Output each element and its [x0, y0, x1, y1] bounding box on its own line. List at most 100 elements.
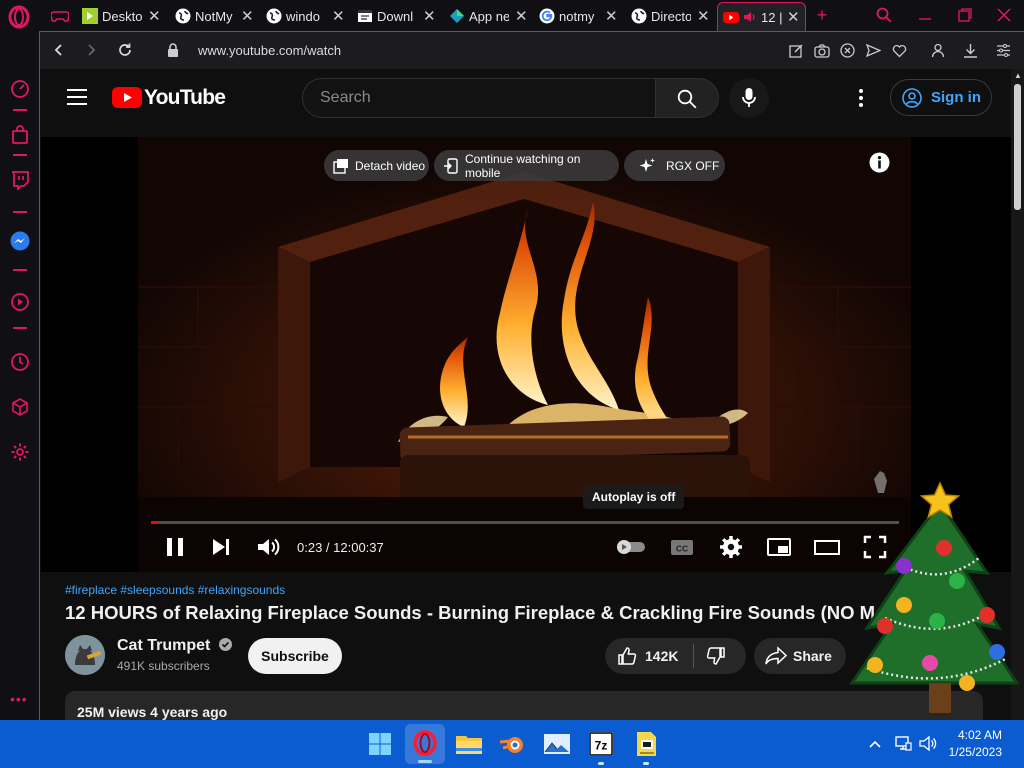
- show-hidden-icons-icon[interactable]: [868, 737, 882, 751]
- send-icon[interactable]: [866, 43, 881, 58]
- hamburger-menu-icon[interactable]: [67, 89, 87, 105]
- voice-search-button[interactable]: [729, 78, 769, 118]
- shopping-bag-icon[interactable]: [10, 125, 30, 145]
- pause-icon[interactable]: [161, 533, 189, 561]
- tab-directory[interactable]: Directo ✕: [631, 3, 715, 29]
- close-window-icon[interactable]: [996, 7, 1012, 23]
- player-icon[interactable]: [10, 292, 30, 312]
- reload-icon[interactable]: [117, 42, 133, 58]
- search-button[interactable]: [655, 78, 719, 118]
- share-button[interactable]: Share: [754, 638, 846, 674]
- opera-menu-icon[interactable]: [6, 4, 32, 30]
- theater-mode-icon[interactable]: [813, 533, 841, 561]
- settings-icon[interactable]: [717, 533, 745, 561]
- network-icon[interactable]: [894, 735, 912, 752]
- messenger-icon[interactable]: [10, 231, 30, 251]
- downloads-icon[interactable]: [963, 43, 978, 58]
- tab-notmy[interactable]: NotMy ✕: [175, 3, 259, 29]
- sidebar-more-icon[interactable]: •••: [10, 691, 28, 707]
- taskbar-time[interactable]: 4:02 AM: [958, 728, 1002, 742]
- rgx-toggle-button[interactable]: RGX OFF: [624, 150, 725, 181]
- dislike-icon[interactable]: [706, 646, 726, 666]
- camera-icon[interactable]: [814, 43, 830, 58]
- restore-icon[interactable]: [957, 7, 973, 23]
- subscribe-button[interactable]: Subscribe: [248, 638, 342, 674]
- sidebar-divider: [13, 269, 27, 271]
- file-explorer-icon[interactable]: [453, 728, 485, 760]
- 7zip-icon[interactable]: 7z: [585, 728, 617, 760]
- like-icon[interactable]: [617, 646, 637, 666]
- taskbar-date[interactable]: 1/25/2023: [949, 745, 1002, 759]
- close-tab-icon[interactable]: ✕: [697, 7, 710, 25]
- notepad-app-icon[interactable]: [630, 728, 662, 760]
- sign-in-button[interactable]: Sign in: [890, 79, 992, 116]
- continue-on-mobile-icon: [443, 157, 458, 174]
- hashtags-link[interactable]: #fireplace #sleepsounds #relaxingsounds: [65, 583, 285, 597]
- info-icon[interactable]: [869, 152, 890, 173]
- edit-icon[interactable]: [789, 43, 804, 58]
- close-tab-icon[interactable]: ✕: [241, 7, 254, 25]
- video-title: 12 HOURS of Relaxing Fireplace Sounds - …: [65, 602, 895, 623]
- next-video-icon[interactable]: [207, 533, 235, 561]
- tab-strip: Deskto ✕ NotMy ✕ windo ✕ Downl ✕ App ne …: [0, 0, 1024, 31]
- tab-google[interactable]: notmy ✕: [539, 3, 623, 29]
- description-box[interactable]: 25M views 4 years ago: [65, 691, 983, 720]
- search-input[interactable]: Search: [302, 78, 657, 118]
- youtube-logo-icon[interactable]: [112, 87, 142, 108]
- ad-block-icon[interactable]: [840, 43, 855, 58]
- blender-icon[interactable]: [496, 728, 528, 760]
- back-icon[interactable]: [52, 43, 66, 57]
- history-clock-icon[interactable]: [10, 352, 30, 372]
- tab-search-icon[interactable]: [876, 7, 892, 23]
- gamepad-icon[interactable]: [51, 8, 69, 24]
- captions-icon[interactable]: CC: [668, 533, 696, 561]
- heart-icon[interactable]: [892, 43, 907, 58]
- close-tab-icon[interactable]: ✕: [332, 7, 345, 25]
- tab-app[interactable]: App ne ✕: [449, 3, 533, 29]
- close-tab-icon[interactable]: ✕: [515, 7, 528, 25]
- miniplayer-icon[interactable]: [765, 533, 793, 561]
- new-tab-button[interactable]: +: [811, 4, 833, 26]
- close-tab-icon[interactable]: ✕: [148, 7, 161, 25]
- speed-dial-icon[interactable]: [10, 79, 30, 99]
- tab-youtube-active[interactable]: 12 | ✕: [717, 2, 806, 31]
- windows-start-icon[interactable]: [364, 728, 396, 760]
- tab-desktop[interactable]: Deskto ✕: [82, 3, 166, 29]
- detach-video-button[interactable]: Detach video: [324, 150, 429, 181]
- scrollbar-thumb[interactable]: [1014, 84, 1021, 210]
- tab-label: NotMy: [195, 8, 233, 24]
- close-tab-icon[interactable]: ✕: [605, 7, 618, 25]
- image-viewer-icon[interactable]: [541, 728, 573, 760]
- extensions-cube-icon[interactable]: [10, 397, 30, 417]
- like-count[interactable]: 142K: [645, 648, 678, 664]
- active-app-indicator: [418, 760, 432, 763]
- opera-taskbar-button[interactable]: [405, 724, 445, 764]
- minimize-icon[interactable]: [917, 7, 933, 23]
- continue-on-mobile-button[interactable]: Continue watching on mobile: [434, 150, 619, 181]
- twitch-icon[interactable]: [10, 170, 30, 190]
- search-placeholder: Search: [320, 89, 371, 106]
- account-icon: [902, 88, 922, 108]
- scroll-up-icon[interactable]: ▲: [1014, 71, 1022, 80]
- lock-icon[interactable]: [167, 43, 179, 57]
- like-dislike-group: 142K: [605, 638, 746, 674]
- cat-avatar-icon: [65, 635, 105, 675]
- speaker-icon[interactable]: [919, 735, 937, 752]
- youtube-logo-text[interactable]: YouTube: [144, 86, 226, 110]
- more-options-icon[interactable]: [859, 89, 863, 107]
- tab-windows[interactable]: windo ✕: [266, 3, 350, 29]
- profile-icon[interactable]: [931, 43, 945, 58]
- autoplay-toggle-icon[interactable]: [613, 533, 649, 561]
- channel-avatar[interactable]: [65, 635, 105, 675]
- forward-icon[interactable]: [84, 43, 98, 57]
- audio-playing-icon[interactable]: [743, 10, 757, 24]
- settings-gear-icon[interactable]: [10, 442, 30, 462]
- close-tab-icon[interactable]: ✕: [787, 8, 800, 26]
- tab-download[interactable]: Downl ✕: [357, 3, 441, 29]
- channel-name[interactable]: Cat Trumpet: [117, 637, 232, 655]
- progress-bar[interactable]: [151, 521, 899, 524]
- url-text[interactable]: www.youtube.com/watch: [198, 43, 341, 58]
- volume-icon[interactable]: [254, 533, 282, 561]
- easy-setup-icon[interactable]: [996, 43, 1011, 58]
- close-tab-icon[interactable]: ✕: [423, 7, 436, 25]
